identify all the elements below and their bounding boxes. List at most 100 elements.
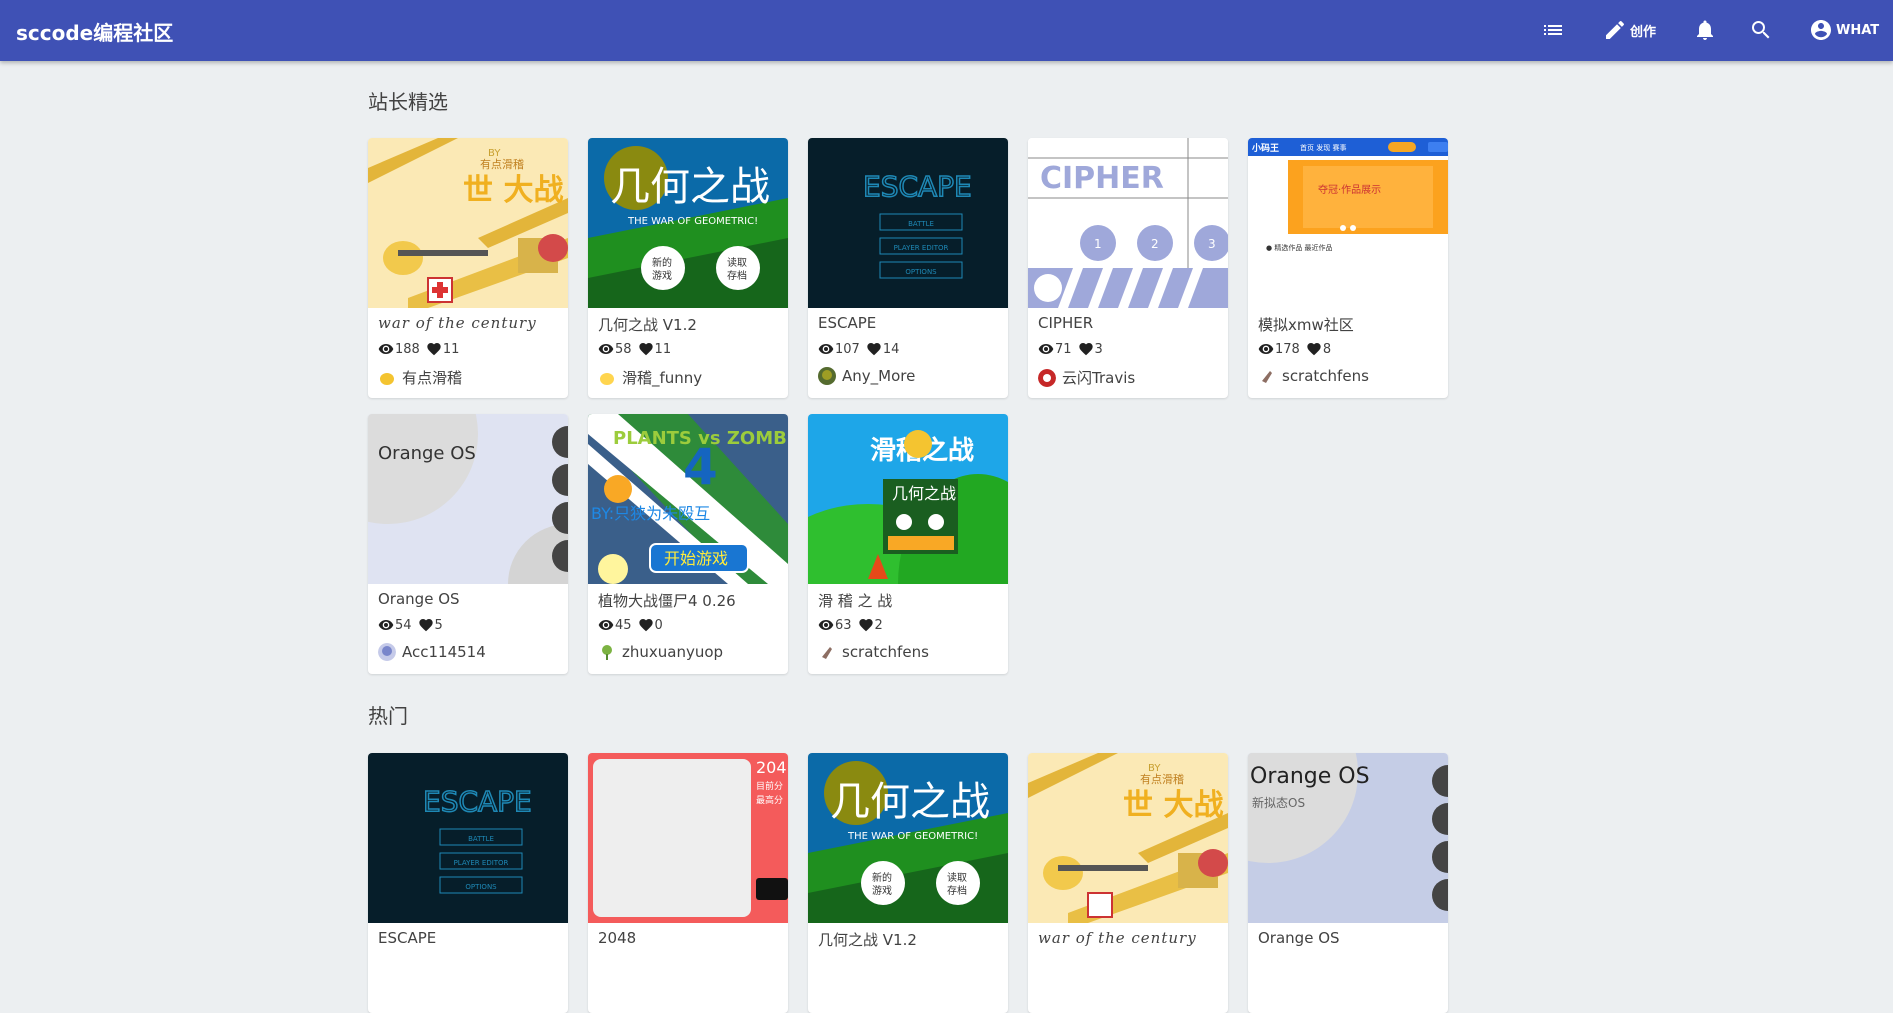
svg-text:THE WAR OF GEOMETRIC!: THE WAR OF GEOMETRIC! <box>847 831 978 842</box>
view-count: 178 <box>1275 341 1300 357</box>
view-count: 63 <box>835 617 852 633</box>
bell-icon <box>1697 20 1713 40</box>
avatar <box>598 368 616 387</box>
like-count: 2 <box>874 617 883 633</box>
like-count: 3 <box>1094 341 1103 357</box>
avatar <box>818 643 836 661</box>
project-card[interactable]: CIPHER 1 2 3 CIPHER 71 3 云闪Travis <box>1028 138 1228 398</box>
project-card[interactable]: BY 有点滑稽 世 大战 war of the century 188 11 有… <box>368 138 568 398</box>
project-card[interactable]: 204 目前分 最高分 2048 <box>588 753 788 1013</box>
project-author[interactable]: Acc114514 <box>378 643 486 661</box>
svg-text:读取: 读取 <box>947 871 967 884</box>
project-thumbnail: Orange OS 新拟态OS <box>1248 753 1448 923</box>
project-card[interactable]: 小码王 首页 发现 赛事 夺冠·作品展示 ● 精选作品 最近作品 模拟xmw社区… <box>1248 138 1448 398</box>
svg-text:CIPHER: CIPHER <box>1040 161 1164 196</box>
project-card[interactable]: ESCAPE BATTLE PLAYER EDITOR OPTIONS ESCA… <box>368 753 568 1013</box>
project-author[interactable]: 云闪Travis <box>1038 367 1135 388</box>
user-name: WHAT <box>1836 22 1880 38</box>
author-name: scratchfens <box>842 643 929 661</box>
list-icon <box>1544 25 1562 35</box>
project-card[interactable]: 滑稽之战 几何之战 滑 稽 之 战 63 2 scratchfens <box>808 414 1008 674</box>
eye-icon <box>818 620 834 630</box>
svg-text:小码王: 小码王 <box>1251 142 1279 154</box>
project-thumbnail: 几何之战 THE WAR OF GEOMETRIC! 新的 游戏 读取 存档 <box>588 138 788 308</box>
project-author[interactable]: zhuxuanyuop <box>598 643 723 661</box>
user-menu-button[interactable]: WHAT <box>1809 14 1879 46</box>
svg-text:PLAYER EDITOR: PLAYER EDITOR <box>894 244 949 252</box>
svg-text:新的: 新的 <box>652 256 672 269</box>
svg-text:1: 1 <box>1094 237 1102 251</box>
project-card[interactable]: Orange OS Orange OS 54 5 Acc114514 <box>368 414 568 674</box>
svg-text:几何之战: 几何之战 <box>830 779 990 825</box>
project-author[interactable]: 有点滑稽 <box>378 367 462 388</box>
project-author[interactable]: Any_More <box>818 367 915 385</box>
avatar <box>1038 368 1056 387</box>
project-title: 植物大战僵尸4 0.26 <box>598 592 736 610</box>
like-count: 11 <box>442 341 460 357</box>
view-count: 107 <box>835 341 860 357</box>
svg-text:ESCAPE: ESCAPE <box>423 785 532 818</box>
view-count: 71 <box>1055 341 1072 357</box>
view-count: 45 <box>615 617 632 633</box>
heart-icon <box>638 619 653 632</box>
project-stats: 188 11 <box>378 341 465 357</box>
project-title: 2048 <box>598 929 637 947</box>
svg-text:有点滑稽: 有点滑稽 <box>1140 772 1184 786</box>
project-card[interactable]: 几何之战 THE WAR OF GEOMETRIC! 新的 游戏 读取 存档 几… <box>808 753 1008 1013</box>
svg-text:Orange OS: Orange OS <box>1250 764 1370 789</box>
like-count: 11 <box>654 341 672 357</box>
svg-text:存档: 存档 <box>947 884 967 897</box>
eye-icon <box>818 344 834 354</box>
project-thumbnail: BY 有点滑稽 世 大战 <box>368 138 568 308</box>
hot-section-title: 热门 <box>368 704 408 728</box>
list-button[interactable] <box>1541 14 1565 46</box>
author-name: 滑稽_funny <box>622 369 703 387</box>
project-author[interactable]: scratchfens <box>1258 367 1369 385</box>
project-title: 几何之战 V1.2 <box>598 316 697 334</box>
svg-text:THE WAR OF GEOMETRIC!: THE WAR OF GEOMETRIC! <box>627 216 758 227</box>
project-card[interactable]: Orange OS 新拟态OS Orange OS <box>1248 753 1448 1013</box>
author-name: Acc114514 <box>402 643 486 661</box>
project-stats: 71 3 <box>1038 341 1109 357</box>
brand-title[interactable]: sccode编程社区 <box>16 17 173 46</box>
project-thumbnail: 小码王 首页 发现 赛事 夺冠·作品展示 ● 精选作品 最近作品 <box>1248 138 1448 308</box>
search-button[interactable] <box>1749 14 1773 46</box>
project-title: 滑 稽 之 战 <box>818 592 893 610</box>
svg-text:世 大战: 世 大战 <box>1123 788 1223 823</box>
project-thumbnail: BY 有点滑稽 世 大战 <box>1028 753 1228 923</box>
heart-icon <box>418 619 433 632</box>
eye-icon <box>378 344 394 354</box>
like-count: 8 <box>1322 341 1332 357</box>
project-thumbnail: ESCAPE BATTLE PLAYER EDITOR OPTIONS <box>368 753 568 923</box>
project-title: 模拟xmw社区 <box>1258 316 1354 334</box>
project-card[interactable]: 几何之战 THE WAR OF GEOMETRIC! 新的 游戏 读取 存档 几… <box>588 138 788 398</box>
project-stats: 107 14 <box>818 341 905 357</box>
author-name: Any_More <box>842 367 916 385</box>
svg-text:游戏: 游戏 <box>652 269 672 282</box>
project-stats: 54 5 <box>378 617 449 633</box>
svg-text:目前分: 目前分 <box>756 780 783 792</box>
author-name: 有点滑稽 <box>402 369 463 387</box>
svg-text:ESCAPE: ESCAPE <box>863 170 972 203</box>
project-card[interactable]: BY 有点滑稽 世 大战 war of the century <box>1028 753 1228 1013</box>
project-stats: 58 11 <box>598 341 677 357</box>
eye-icon <box>1258 344 1274 354</box>
like-count: 5 <box>434 617 443 633</box>
svg-text:新拟态OS: 新拟态OS <box>1252 795 1305 810</box>
view-count: 58 <box>615 341 632 357</box>
create-button[interactable]: 创作 <box>1603 14 1656 46</box>
project-author[interactable]: 滑稽_funny <box>598 367 702 388</box>
project-card[interactable]: PLANTS vs ZOMBIES 4 BY:只狭为朱殴互 开始游戏 植物大战僵… <box>588 414 788 674</box>
project-thumbnail: CIPHER 1 2 3 <box>1028 138 1228 308</box>
view-count: 188 <box>395 341 420 357</box>
author-name: scratchfens <box>1282 367 1369 385</box>
svg-text:BATTLE: BATTLE <box>908 220 934 228</box>
svg-text:读取: 读取 <box>727 256 747 269</box>
svg-text:最高分: 最高分 <box>756 794 783 806</box>
notifications-button[interactable] <box>1693 14 1717 46</box>
project-thumbnail: 滑稽之战 几何之战 <box>808 414 1008 584</box>
project-card[interactable]: ESCAPE BATTLE PLAYER EDITOR OPTIONS ESCA… <box>808 138 1008 398</box>
featured-section-title: 站长精选 <box>368 90 448 114</box>
svg-text:夺冠·作品展示: 夺冠·作品展示 <box>1318 183 1381 196</box>
project-author[interactable]: scratchfens <box>818 643 929 661</box>
